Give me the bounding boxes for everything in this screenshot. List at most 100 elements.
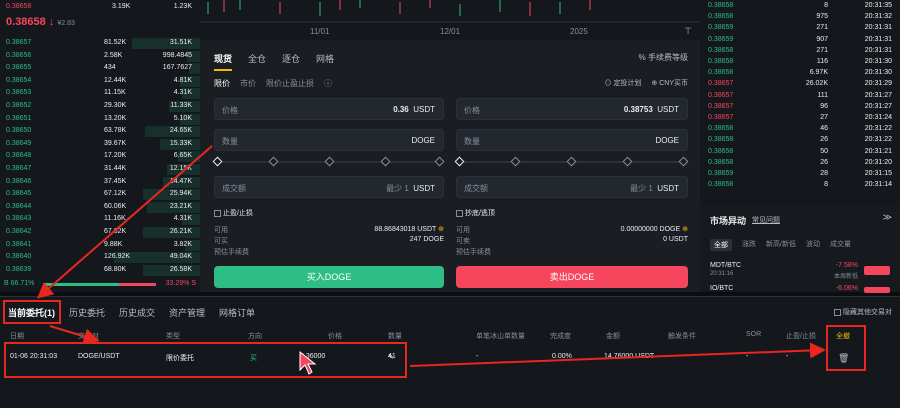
plan-link[interactable]: 定投计划	[613, 80, 641, 87]
mover-item[interactable]: IO/BTC -6.06%	[710, 285, 890, 293]
buy-crypto-link[interactable]: CNY买币	[659, 80, 688, 87]
order-amount: 14.76000 USDT	[604, 353, 655, 360]
list-item: 0.38658 26 20:31:22	[700, 135, 900, 146]
list-item[interactable]: 0.38648 17.20K 6.65K	[0, 151, 200, 163]
bid-price: 0.38651	[6, 114, 32, 122]
orders-table-header: 日期 交易对 类型 方向 价格 数量 单笔冰山单数量 完成度 金额 触发条件 S…	[0, 331, 900, 341]
bid-total: 5.10K	[173, 114, 192, 122]
mover-tab-volatility[interactable]: 波动	[806, 239, 820, 251]
list-item[interactable]: 0.38647 31.44K 12.15K	[0, 164, 200, 175]
list-item: 0.38658 26 20:31:20	[700, 158, 900, 169]
list-item[interactable]: 0.38641 9.88K 3.82K	[0, 239, 200, 251]
col-side[interactable]: 方向	[248, 331, 262, 341]
list-item[interactable]: 0.38642 67.82K 26.21K	[0, 227, 200, 238]
bid-qty: 12.44K	[104, 76, 127, 84]
checkbox-icon	[214, 209, 221, 217]
add-funds-icon[interactable]: ⊕	[438, 226, 444, 233]
order-type-market[interactable]: 市价	[240, 78, 256, 89]
add-funds-icon[interactable]: ⊕	[682, 226, 688, 233]
bid-qty: 9.88K	[104, 240, 123, 248]
faq-link[interactable]: 常见问题	[752, 215, 780, 225]
col-price: 价格	[328, 333, 342, 340]
buy-price-field[interactable]: 价格 0.36 USDT	[214, 98, 444, 120]
tab-trade-history[interactable]: 历史成交	[119, 306, 155, 319]
bid-qty: 60.06K	[104, 202, 127, 210]
list-item[interactable]: 0.38649 39.67K 15.33K	[0, 138, 200, 150]
bid-total: 3.82K	[173, 240, 192, 248]
order-type-stop-limit[interactable]: 限价止盈止损	[266, 78, 314, 89]
buy-slider[interactable]	[212, 156, 445, 167]
bid-price: 0.38650	[6, 127, 32, 135]
ratio-sell: 33.29% S	[165, 280, 196, 287]
col-type[interactable]: 类型	[166, 331, 180, 341]
mover-tab-volume[interactable]: 成交量	[830, 239, 851, 251]
list-item[interactable]: 0.38639 68.80K 26.58K	[0, 264, 200, 276]
list-item[interactable]: 0.38654 12.44K 4.81K	[0, 75, 200, 87]
mover-tab-high-low[interactable]: 新高/新低	[766, 239, 796, 251]
tab-grid-orders[interactable]: 网格订单	[219, 306, 255, 319]
info-icon[interactable]: ⓘ	[324, 78, 332, 89]
trade-time: 20:31:27	[864, 102, 892, 110]
trade-price: 0.38659	[708, 24, 734, 32]
list-item[interactable]: 0.38643 11.16K 4.31K	[0, 214, 200, 226]
tab-assets[interactable]: 资产管理	[169, 306, 205, 319]
bid-price: 0.38653	[6, 89, 32, 97]
col-fill: 完成度	[550, 333, 571, 340]
buy-qty-field[interactable]: 数量 DOGE	[214, 129, 444, 151]
bid-total: 15.33K	[169, 139, 192, 147]
sell-qty-field[interactable]: 数量 DOGE	[456, 129, 688, 151]
chart-settings-icon[interactable]: ⊤	[684, 26, 692, 37]
ask-total: 1.23K	[173, 3, 192, 10]
buy-button[interactable]: 买入DOGE	[214, 266, 444, 288]
buy-price-unit: USDT	[413, 105, 435, 114]
collapse-icon[interactable]: ≫	[883, 212, 892, 223]
order-type-limit[interactable]: 限价	[214, 78, 230, 89]
sell-button[interactable]: 卖出DOGE	[456, 266, 688, 288]
list-item[interactable]: 0.38650 63.78K 24.65K	[0, 126, 200, 138]
kline-chart[interactable]: 11/01 12/01 2025 ⊤	[200, 0, 700, 40]
mover-tab-all[interactable]: 全部	[710, 239, 732, 251]
buy-tpsl-checkbox[interactable]: 止盈/止损	[214, 208, 253, 218]
col-pair: 交易对	[78, 333, 99, 340]
tab-spot[interactable]: 现货	[214, 52, 233, 71]
list-item[interactable]: 0.38644 60.06K 23.21K	[0, 201, 200, 213]
hide-others-checkbox[interactable]: 隐藏其他交易对	[834, 307, 892, 317]
mover-item[interactable]: MDT/BTC 20:31:16 -7.58% 本周新低	[710, 262, 890, 282]
hide-others-label: 隐藏其他交易对	[843, 309, 892, 316]
fee-level[interactable]: % 手续费等级	[639, 52, 688, 63]
bid-total: 4.81K	[173, 76, 192, 84]
mover-tab-change[interactable]: 涨跌	[742, 239, 756, 251]
list-item[interactable]: 0.38651 13.20K 5.10K	[0, 113, 200, 125]
buy-amount-field[interactable]: 成交额 最少 1 USDT	[214, 176, 444, 198]
list-item[interactable]: 0.38655 434 167.7627	[0, 63, 200, 75]
tab-order-history[interactable]: 历史委托	[69, 306, 105, 319]
bid-total: 31.51K	[169, 39, 192, 46]
list-item[interactable]: 0.38645 67.12K 25.94K	[0, 189, 200, 201]
list-item[interactable]: 0.38656 2.58K 998.4845	[0, 50, 200, 62]
list-item[interactable]: 0.38653 11.15K 4.31K	[0, 88, 200, 100]
trade-time: 20:31:30	[864, 69, 892, 77]
sell-fee-estimate: 预估手续费	[456, 247, 688, 257]
bid-total: 12.15K	[169, 165, 192, 172]
trade-qty: 111	[817, 91, 828, 99]
trade-price: 0.38658	[708, 181, 734, 189]
sell-price-field[interactable]: 价格 0.38753 USDT	[456, 98, 688, 120]
list-item[interactable]: 0.38640 126.92K 49.04K	[0, 252, 200, 264]
tab-grid[interactable]: 网格	[316, 52, 334, 71]
bid-total: 4.31K	[173, 89, 192, 97]
list-item[interactable]: 0.38646 37.45K 14.47K	[0, 176, 200, 188]
mid-price-value: 0.38658	[6, 16, 46, 28]
sell-max-label: 可卖	[456, 238, 470, 245]
list-item[interactable]: 0.38652 29.30K 11.33K	[0, 101, 200, 112]
list-item[interactable]: 0.38657 81.52K 31.51K	[0, 38, 200, 49]
tab-cross[interactable]: 全仓	[248, 52, 266, 71]
tab-isolated[interactable]: 逐仓	[282, 52, 300, 71]
sell-slider[interactable]	[454, 156, 689, 167]
cart-icon: ⊕	[651, 80, 658, 87]
sell-option-checkbox[interactable]: 抄底/逃顶	[456, 208, 495, 218]
mouse-cursor-icon	[299, 350, 317, 375]
arrow-down-icon: ↓	[48, 16, 55, 28]
market-movers: 市场异动 常见问题 ≫ 全部 涨跌 新高/新低 波动 成交量 MDT/BTC 2…	[700, 205, 900, 293]
bid-total: 998.4845	[162, 51, 192, 59]
sell-amount-field[interactable]: 成交额 最少 1 USDT	[456, 176, 688, 198]
